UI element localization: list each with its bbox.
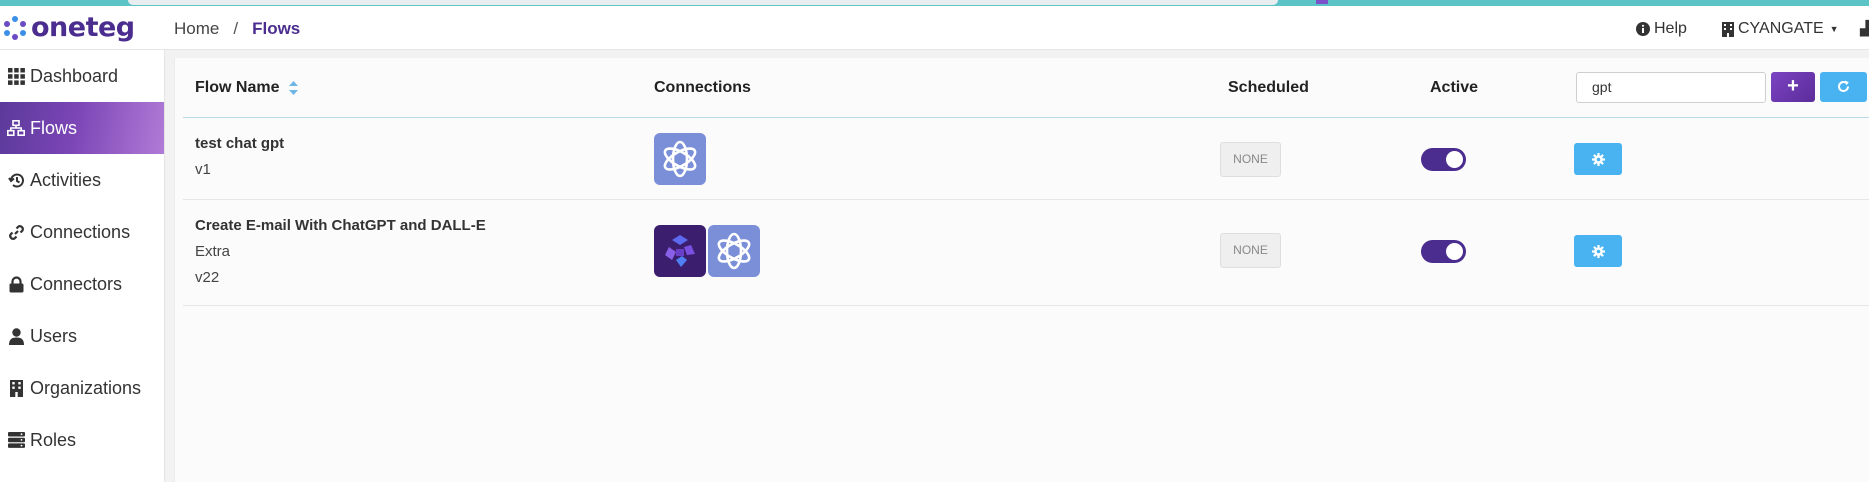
sidebar: Dashboard Flows Activities Connections C… — [0, 50, 165, 482]
refresh-icon — [1838, 80, 1849, 93]
table-header: Flow Name Connections Scheduled Active g… — [183, 58, 1869, 118]
column-flow-name[interactable]: Flow Name — [195, 79, 298, 97]
org-label: CYANGATE — [1738, 20, 1824, 37]
server-icon — [7, 431, 25, 449]
flows-panel: Flow Name Connections Scheduled Active g… — [174, 58, 1869, 482]
gear-icon — [1591, 244, 1605, 258]
user-icon — [7, 327, 25, 345]
extension-icon — [1316, 0, 1328, 4]
column-connections: Connections — [654, 79, 751, 96]
sidebar-item-dashboard[interactable]: Dashboard — [0, 50, 164, 102]
scheduled-badge: NONE — [1220, 142, 1281, 177]
settings-button[interactable] — [1574, 143, 1622, 175]
sidebar-item-roles[interactable]: Roles — [0, 414, 164, 466]
sidebar-item-label: Roles — [30, 429, 77, 450]
scheduled-badge: NONE — [1220, 233, 1281, 268]
dalle-icon — [654, 225, 706, 277]
flow-version: v1 — [195, 161, 211, 178]
caret-down-icon: ▼ — [1829, 24, 1839, 34]
lock-icon — [7, 275, 25, 293]
sidebar-item-label: Flows — [30, 117, 78, 138]
sidebar-item-label: Organizations — [30, 377, 142, 398]
table-row[interactable]: Create E-mail With ChatGPT and DALL-E Ex… — [183, 200, 1869, 306]
gear-icon — [1591, 152, 1605, 166]
oneteg-logo-icon — [4, 16, 26, 40]
openai-icon — [708, 225, 760, 277]
logo[interactable]: oneteg — [2, 14, 135, 42]
sidebar-item-users[interactable]: Users — [0, 310, 164, 362]
sidebar-item-label: Dashboard — [30, 65, 119, 86]
flow-version: v22 — [195, 269, 220, 286]
user-icon[interactable]: ▟ — [1860, 20, 1869, 37]
flow-name[interactable]: Create E-mail With ChatGPT and DALL-E — [195, 217, 486, 234]
sidebar-item-label: Connectors — [30, 273, 123, 294]
add-flow-button[interactable]: + — [1771, 72, 1815, 102]
sidebar-item-activities[interactable]: Activities — [0, 154, 164, 206]
toggle-knob — [1446, 151, 1463, 168]
column-active: Active — [1430, 79, 1479, 96]
column-scheduled: Scheduled — [1228, 79, 1309, 96]
sitemap-icon — [7, 119, 25, 137]
building-icon — [1722, 21, 1734, 37]
org-dropdown[interactable]: CYANGATE ▼ — [1722, 20, 1839, 38]
sidebar-item-connections[interactable]: Connections — [0, 206, 164, 258]
history-icon — [7, 171, 25, 189]
flow-description: Extra — [195, 243, 231, 260]
active-toggle[interactable] — [1421, 240, 1466, 263]
breadcrumb-separator: / — [233, 19, 239, 38]
address-bar-edge — [128, 0, 1278, 5]
breadcrumb-home[interactable]: Home — [174, 19, 219, 39]
sidebar-item-connectors[interactable]: Connectors — [0, 258, 164, 310]
help-link[interactable]: Help — [1636, 20, 1687, 38]
toggle-knob — [1446, 243, 1463, 260]
link-icon — [7, 223, 25, 241]
logo-text: oneteg — [31, 12, 135, 43]
flow-name[interactable]: test chat gpt — [195, 135, 284, 152]
top-header: oneteg Home / Flows Help CYANGATE ▼ ▟ — [0, 6, 1869, 50]
breadcrumb: Home / Flows — [174, 19, 300, 39]
sidebar-item-label: Connections — [30, 221, 131, 242]
building-icon — [7, 379, 25, 397]
sidebar-item-flows[interactable]: Flows — [0, 102, 164, 154]
openai-icon — [654, 133, 706, 185]
grid-icon — [7, 67, 25, 85]
info-icon — [1636, 22, 1650, 36]
search-input[interactable]: gpt — [1576, 72, 1766, 103]
refresh-button[interactable] — [1820, 72, 1867, 102]
active-toggle[interactable] — [1421, 148, 1466, 171]
breadcrumb-current: Flows — [252, 19, 301, 38]
table-row[interactable]: test chat gpt v1 NONE — [183, 118, 1869, 200]
settings-button[interactable] — [1574, 235, 1622, 267]
sidebar-item-organizations[interactable]: Organizations — [0, 362, 164, 414]
sidebar-item-label: Activities — [30, 169, 102, 190]
sort-icon[interactable] — [288, 80, 298, 95]
help-label: Help — [1654, 20, 1687, 37]
sidebar-item-label: Users — [30, 325, 78, 346]
